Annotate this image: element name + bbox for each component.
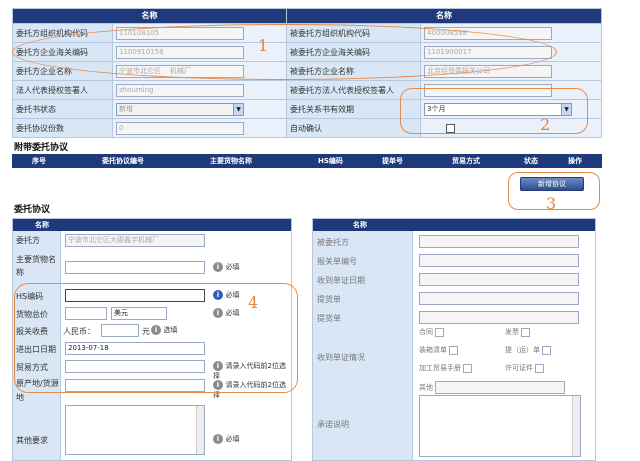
declaration-no-field[interactable] (419, 254, 579, 267)
doc-label: 合同 (419, 328, 433, 336)
doc-checkbox[interactable] (521, 327, 531, 337)
annotation-number-1: 1 (258, 36, 269, 55)
column-header: HS编码 (318, 157, 343, 165)
receipt-date-field[interactable] (419, 273, 579, 286)
column-header-left: 名称 (12, 8, 287, 24)
column-header: 状态 (524, 157, 538, 165)
required-note: 必填 (225, 435, 240, 443)
doc-label: 许可证件 (505, 364, 533, 372)
column-header-right: 名称 (286, 8, 602, 24)
column-header: 贸易方式 (452, 157, 480, 165)
info-icon: i (213, 262, 223, 272)
column-header: 委托协议编号 (102, 157, 144, 165)
goods-field[interactable] (65, 261, 205, 274)
chevron-down-icon: ▼ (233, 103, 243, 115)
bill-field[interactable] (419, 292, 579, 305)
agreement-section-title: 委托协议 (14, 205, 51, 215)
doc-label: 其他 (419, 383, 433, 392)
consignor-label: 委托方 (16, 236, 40, 245)
left-panel-header: 名称 (13, 219, 291, 231)
goods-label: 主要货物名称 (16, 255, 56, 277)
info-icon: i (213, 434, 223, 444)
right-panel-header: 名称 (313, 219, 595, 231)
column-header: 序号 (32, 157, 46, 165)
left-header-label: 名称 (35, 221, 49, 229)
consignor-signatory-field[interactable]: zhouming (116, 83, 244, 97)
commitment-textarea[interactable] (419, 395, 581, 457)
other-requirements-label: 其他要求 (16, 436, 48, 445)
bill-label: 提货单 (317, 295, 341, 304)
bill-label-2: 提货单 (317, 314, 341, 323)
consignor-field[interactable]: 宁波市北仑区大碶鑫宇机械厂 (65, 234, 205, 247)
annotation-number-4: 4 (248, 293, 259, 312)
agreement-right-panel: 名称 被委托方 报关单编号 收到单证日期 提货单 提货单 收到单证情况 合同 发… (312, 218, 596, 461)
column-header: 主要货物名称 (210, 157, 252, 165)
consignor-signatory-label: 法人代表授权签署人 (12, 80, 113, 100)
copies-label: 委托协议份数 (12, 118, 113, 138)
scrollbar[interactable] (196, 406, 204, 454)
doc-label: 发票 (505, 328, 519, 336)
doc-checkbox[interactable] (435, 327, 445, 337)
status-label: 委托书状态 (12, 99, 113, 119)
column-header: 提单号 (382, 157, 403, 165)
receipt-date-label: 收到单证日期 (317, 276, 365, 285)
consignee-field[interactable] (419, 235, 579, 248)
document-status-label: 收到单证情况 (317, 353, 365, 362)
commitment-label: 承诺说明 (317, 420, 349, 429)
doc-label: 加工贸易手册 (419, 364, 461, 372)
status-select[interactable]: 新增 ▼ (116, 102, 244, 116)
doc-checkbox[interactable] (449, 345, 459, 355)
attached-table-header: 序号 委托协议编号 主要货物名称 HS编码 提单号 贸易方式 状态 操作 (12, 154, 602, 168)
annotation-number-3: 3 (546, 194, 557, 213)
doc-checkbox[interactable] (463, 363, 473, 373)
bill-field-2[interactable] (419, 311, 579, 324)
annotation-number-2: 2 (540, 115, 551, 134)
annotation-box-2 (400, 88, 588, 134)
declaration-no-label: 报关单编号 (317, 257, 357, 266)
column-header: 操作 (568, 157, 582, 165)
other-requirements-textarea[interactable] (65, 405, 205, 455)
annotation-oval-1 (12, 24, 557, 80)
consignee-label: 被委托方 (317, 238, 349, 247)
other-doc-field[interactable] (435, 381, 566, 394)
doc-label: 提（运）单 (505, 346, 540, 354)
right-header-label: 名称 (353, 221, 367, 229)
copies-field[interactable]: 0 (116, 121, 244, 135)
scrollbar[interactable] (572, 396, 580, 456)
doc-label: 装箱清单 (419, 346, 447, 354)
attached-section-title: 附带委托协议 (14, 143, 69, 153)
doc-checkbox[interactable] (542, 345, 552, 355)
doc-checkbox[interactable] (535, 363, 545, 373)
required-note: 必填 (225, 263, 240, 271)
